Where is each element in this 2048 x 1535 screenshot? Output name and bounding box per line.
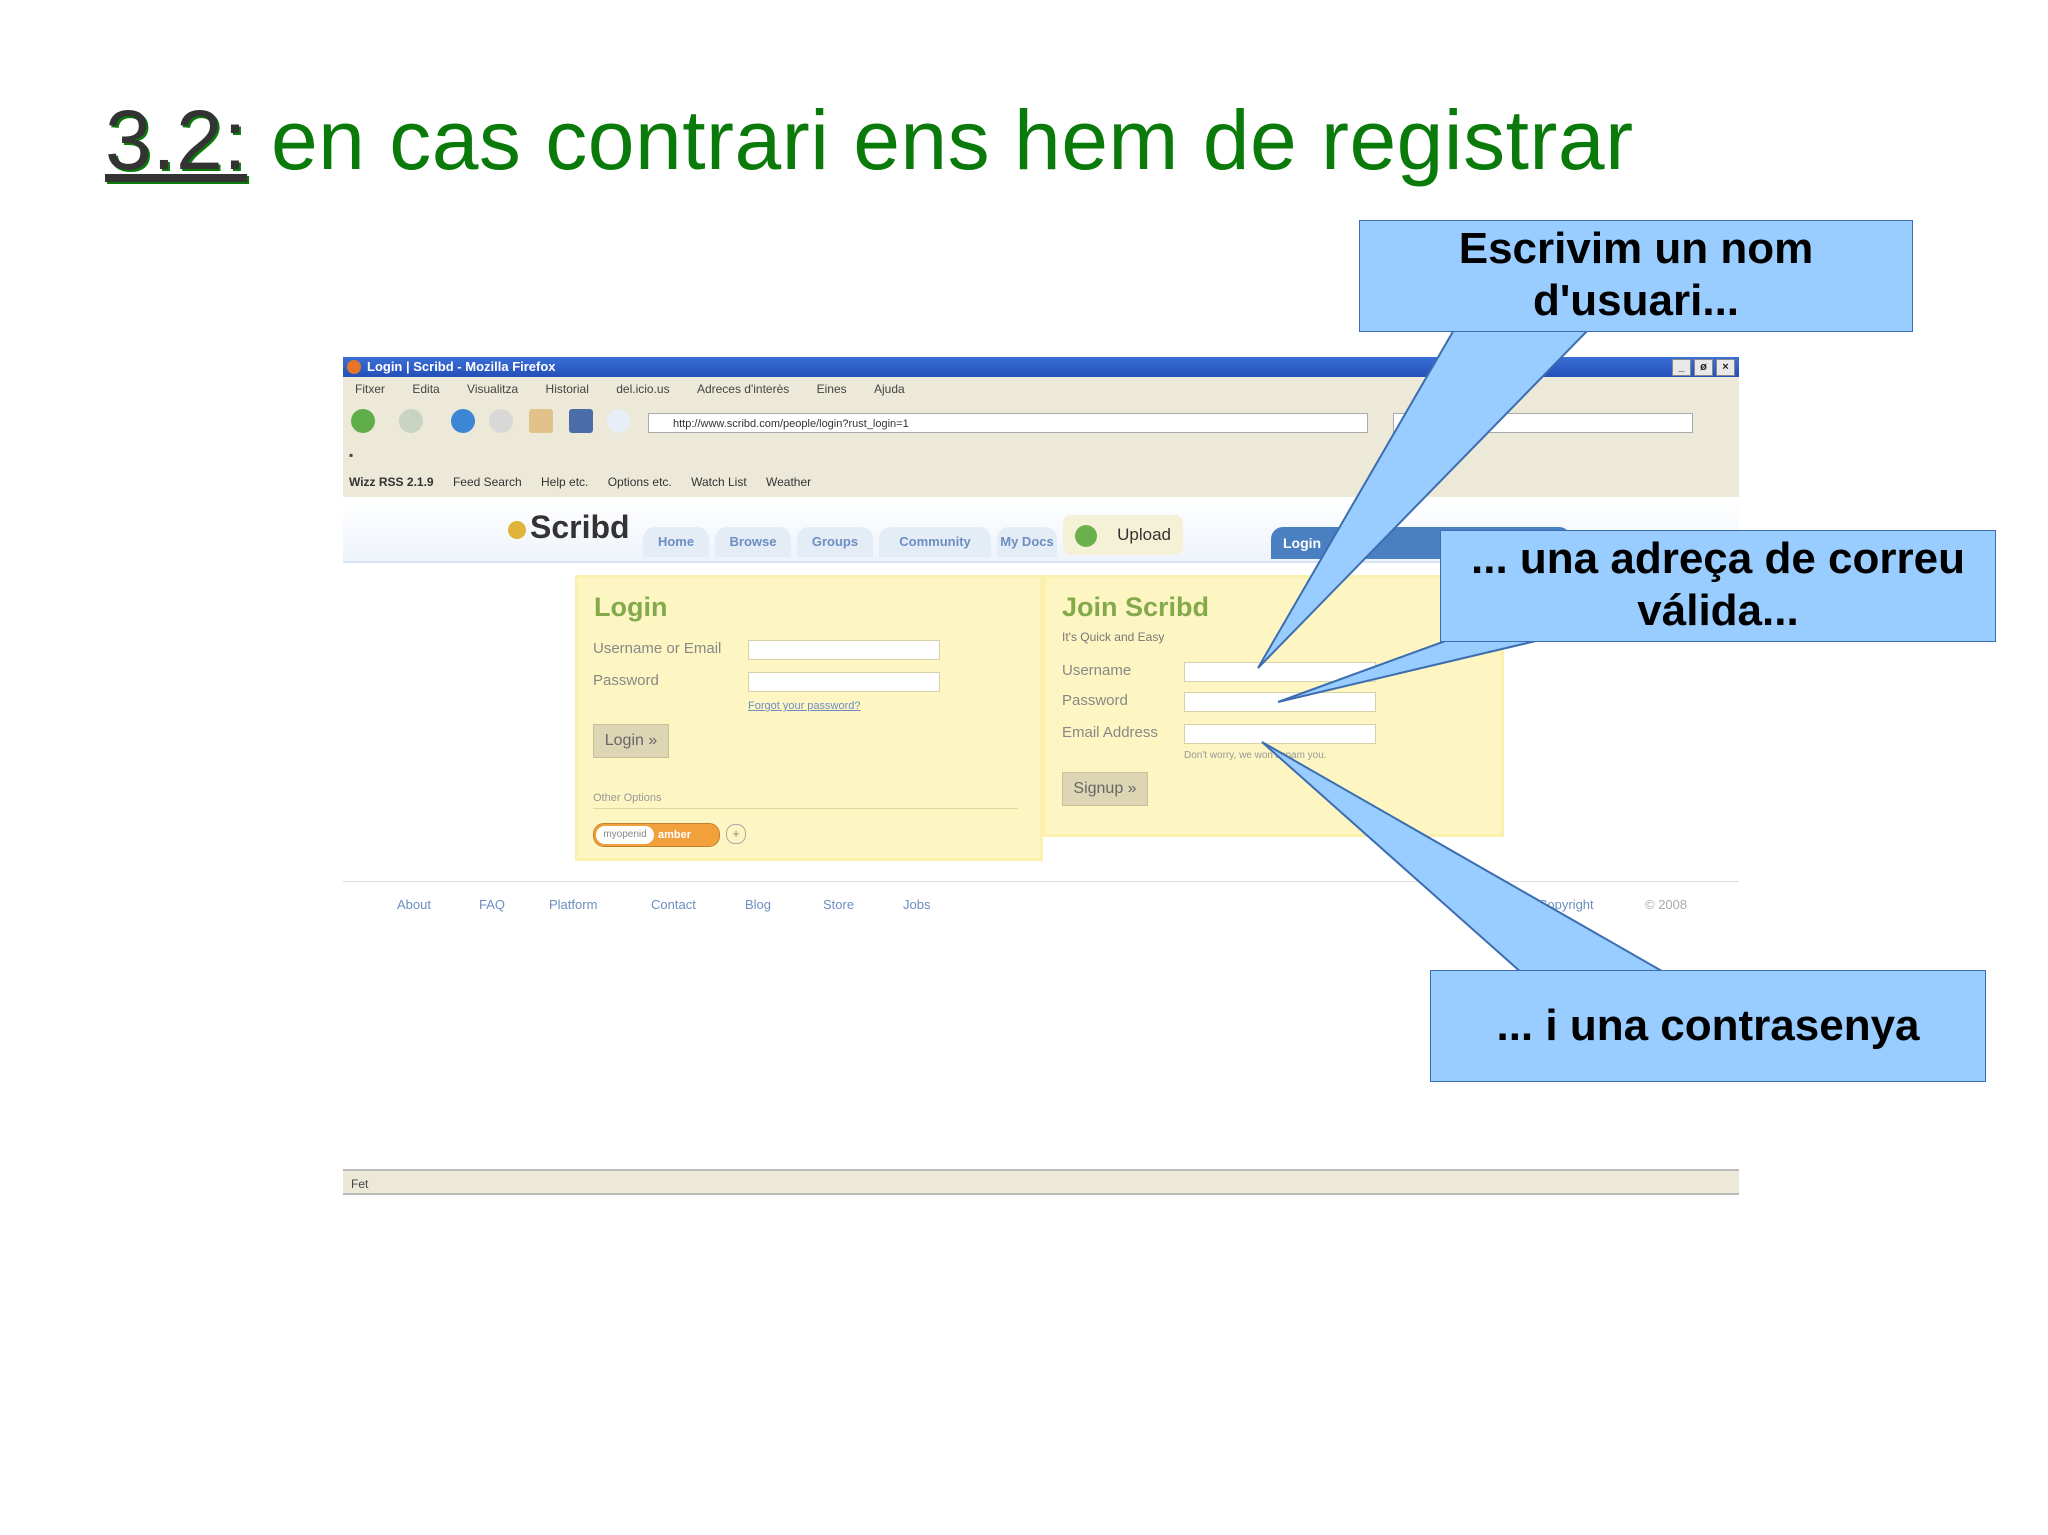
callout-password: ... i una contrasenya <box>1430 970 1986 1082</box>
callout-username: Escrivim un nom d'usuari... <box>1359 220 1913 332</box>
callout-tail-email <box>1277 639 1541 703</box>
callout-email: ... una adreça de correu válida... <box>1440 530 1996 642</box>
callout-tail-password <box>1261 741 1671 975</box>
